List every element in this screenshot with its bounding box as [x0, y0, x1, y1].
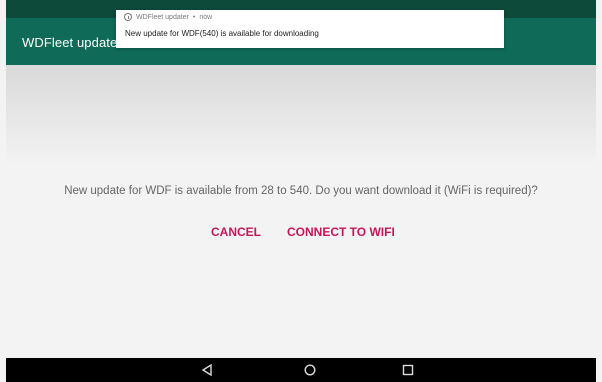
- notification-app-name: WDFleet updater: [136, 13, 189, 21]
- notification-time: now: [199, 13, 213, 21]
- home-icon[interactable]: [303, 363, 317, 377]
- notification-message: New update for WDF(540) is available for…: [125, 29, 319, 38]
- notification-separator: •: [192, 13, 196, 21]
- dialog: New update for WDF is available from 28 …: [6, 165, 596, 358]
- connect-to-wifi-button[interactable]: CONNECT TO WIFI: [287, 225, 395, 239]
- recents-icon[interactable]: [401, 363, 415, 377]
- cancel-button[interactable]: CANCEL: [211, 225, 261, 239]
- dialog-message: New update for WDF is available from 28 …: [64, 185, 538, 197]
- dialog-actions: CANCEL CONNECT TO WIFI: [211, 225, 395, 239]
- info-icon: [124, 13, 132, 21]
- navigation-bar: [6, 358, 596, 382]
- dim-overlay: [6, 65, 596, 165]
- back-icon[interactable]: [200, 363, 214, 377]
- app-title: WDFleet updater: [22, 35, 122, 50]
- notification-card[interactable]: WDFleet updater • now New update for WDF…: [116, 10, 504, 48]
- notification-header: WDFleet updater • now: [124, 13, 212, 21]
